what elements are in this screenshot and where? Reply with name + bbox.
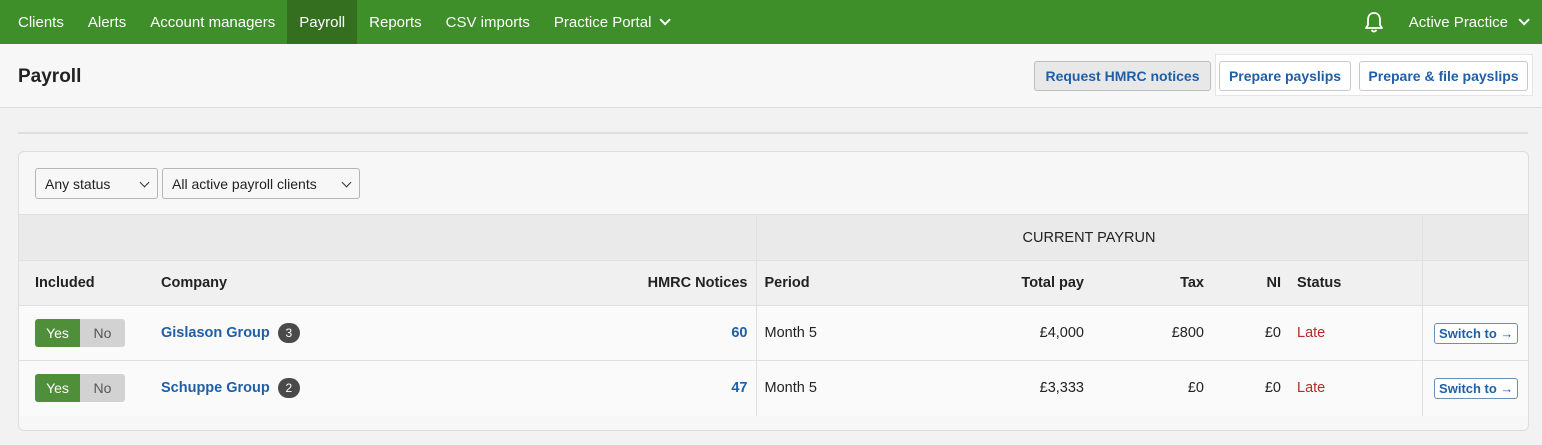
nav-item-csv-imports[interactable]: CSV imports <box>434 0 542 44</box>
practice-switcher[interactable]: Active Practice <box>1409 14 1542 31</box>
nav-item-payroll[interactable]: Payroll <box>287 0 358 44</box>
divider <box>18 132 1528 134</box>
payroll-panel: Any status All active payroll clients CU… <box>18 151 1529 431</box>
col-tax: Tax <box>1092 260 1212 306</box>
nav-item-alerts[interactable]: Alerts <box>76 0 138 44</box>
top-nav: Clients Alerts Account managers Payroll … <box>0 0 1542 44</box>
group-header-row: CURRENT PAYRUN <box>19 214 1528 261</box>
status-filter-select[interactable]: Any status <box>35 168 158 199</box>
prepare-payslips-button[interactable]: Prepare payslips <box>1219 61 1351 91</box>
included-toggle: Yes No <box>35 319 125 347</box>
table-row: Yes No Schuppe Group 2 47 Month 5 £3,333… <box>19 360 1528 416</box>
ni-cell: £0 <box>1212 305 1289 361</box>
nav-item-account-managers[interactable]: Account managers <box>138 0 287 44</box>
status-cell: Late <box>1289 305 1422 361</box>
clients-filter-value: All active payroll clients <box>172 175 317 192</box>
switch-to-button[interactable]: Switch to → <box>1434 377 1519 399</box>
tax-cell: £0 <box>1092 360 1212 416</box>
request-hmrc-notices-button[interactable]: Request HMRC notices <box>1034 61 1211 91</box>
group-header-blank <box>1421 214 1528 261</box>
included-no-button[interactable]: No <box>80 319 125 347</box>
practice-label: Active Practice <box>1408 13 1508 31</box>
included-no-button[interactable]: No <box>80 374 125 403</box>
period-cell: Month 5 <box>755 305 918 361</box>
status-cell: Late <box>1289 360 1422 416</box>
current-payrun-header: CURRENT PAYRUN <box>755 214 1422 261</box>
total-pay-cell: £3,333 <box>918 360 1092 416</box>
column-header-row: Included Company HMRC Notices Period Tot… <box>19 260 1528 306</box>
col-actions <box>1421 260 1528 306</box>
chevron-down-icon <box>1518 14 1530 26</box>
col-total-pay: Total pay <box>918 260 1092 306</box>
col-status: Status <box>1289 260 1422 306</box>
company-link[interactable]: Gislason Group <box>161 325 270 341</box>
hmrc-notices-link[interactable]: 47 <box>731 380 747 396</box>
group-header-blank <box>19 214 756 261</box>
nav-right: Active Practice <box>1363 0 1542 44</box>
col-period: Period <box>755 260 918 306</box>
nav-item-practice-portal-label: Practice Portal <box>553 13 652 31</box>
table-row: Yes No Gislason Group 3 60 Month 5 £4,00… <box>19 305 1528 361</box>
page-title: Payroll <box>18 66 82 87</box>
company-count-badge: 3 <box>277 323 300 343</box>
prepare-file-payslips-button[interactable]: Prepare & file payslips <box>1359 61 1528 91</box>
chevron-down-icon <box>659 14 672 26</box>
bell-icon[interactable] <box>1363 10 1385 34</box>
included-yes-button[interactable]: Yes <box>35 374 80 403</box>
nav-item-clients[interactable]: Clients <box>0 0 76 44</box>
total-pay-cell: £4,000 <box>918 305 1092 361</box>
nav-item-reports[interactable]: Reports <box>357 0 434 44</box>
included-toggle: Yes No <box>35 374 125 403</box>
included-yes-button[interactable]: Yes <box>35 319 80 347</box>
tax-cell: £800 <box>1092 305 1212 361</box>
hmrc-notices-link[interactable]: 60 <box>731 325 747 341</box>
company-link[interactable]: Schuppe Group <box>161 380 270 396</box>
col-ni: NI <box>1212 260 1289 306</box>
col-company: Company <box>153 260 393 306</box>
col-included: Included <box>19 260 153 306</box>
company-count-badge: 2 <box>277 378 300 399</box>
nav-item-practice-portal[interactable]: Practice Portal <box>542 0 680 44</box>
period-cell: Month 5 <box>755 360 918 416</box>
switch-to-button[interactable]: Switch to → <box>1434 322 1519 344</box>
chevron-down-icon <box>139 177 150 188</box>
col-hmrc-notices: HMRC Notices <box>393 260 756 306</box>
status-filter-value: Any status <box>45 175 111 192</box>
chevron-down-icon <box>341 177 352 188</box>
payroll-table: CURRENT PAYRUN Included Company HMRC Not… <box>19 214 1528 416</box>
clients-filter-select[interactable]: All active payroll clients <box>162 168 360 199</box>
ni-cell: £0 <box>1212 360 1289 416</box>
